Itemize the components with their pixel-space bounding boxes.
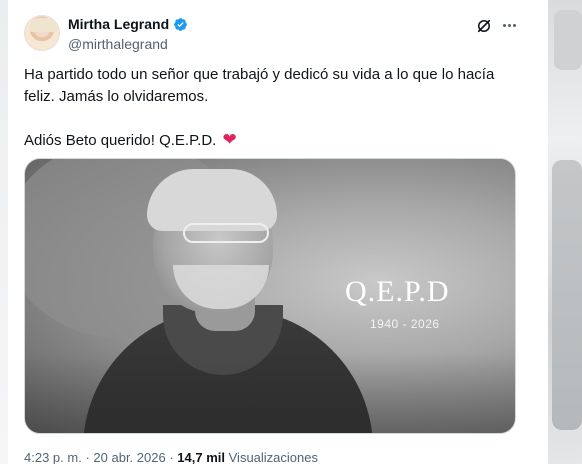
tweet-text: Ha partido todo un señor que trabajó y d… — [24, 64, 524, 152]
views-count: 14,7 mil — [177, 450, 225, 464]
background-left-edge — [0, 0, 8, 464]
background-next-card — [548, 0, 582, 464]
next-card-image — [552, 160, 582, 430]
tweet-time[interactable]: 4:23 p. m. — [24, 450, 82, 464]
tweet-photo[interactable]: Q.E.P.D 1940 - 2026 — [24, 158, 516, 434]
avatar[interactable] — [24, 15, 60, 51]
author-display-name[interactable]: Mirtha Legrand — [68, 16, 169, 32]
red-heart-emoji: ❤ — [222, 130, 237, 149]
tweet-text-line2-text: Adiós Beto querido! Q.E.P.D. — [24, 132, 217, 149]
tweet-text-line1: Ha partido todo un señor que trabajó y d… — [24, 66, 495, 105]
photo-overlay-years: 1940 - 2026 — [370, 317, 440, 331]
author-handle[interactable]: @mirthalegrand — [68, 36, 168, 52]
photo-overlay-title: Q.E.P.D — [345, 275, 450, 308]
tweet-card: Mirtha Legrand @mirthalegrand Ha partido… — [8, 0, 548, 464]
tweet-date[interactable]: 20 abr. 2026 — [93, 450, 165, 464]
grok-icon — [477, 19, 491, 33]
tweet-text-line2: Adiós Beto querido! Q.E.P.D. ❤ — [24, 130, 524, 152]
tweet-meta: 4:23 p. m. · 20 abr. 2026 · 14,7 mil Vis… — [24, 450, 318, 464]
grok-button[interactable] — [474, 16, 494, 36]
more-icon — [502, 23, 506, 27]
views-label: Visualizaciones — [228, 450, 318, 464]
verified-badge-icon — [174, 17, 188, 31]
photo-glasses — [183, 223, 269, 243]
author-name-row: Mirtha Legrand — [68, 16, 188, 32]
next-card-thumb — [554, 10, 582, 70]
more-options-button[interactable] — [498, 14, 520, 36]
